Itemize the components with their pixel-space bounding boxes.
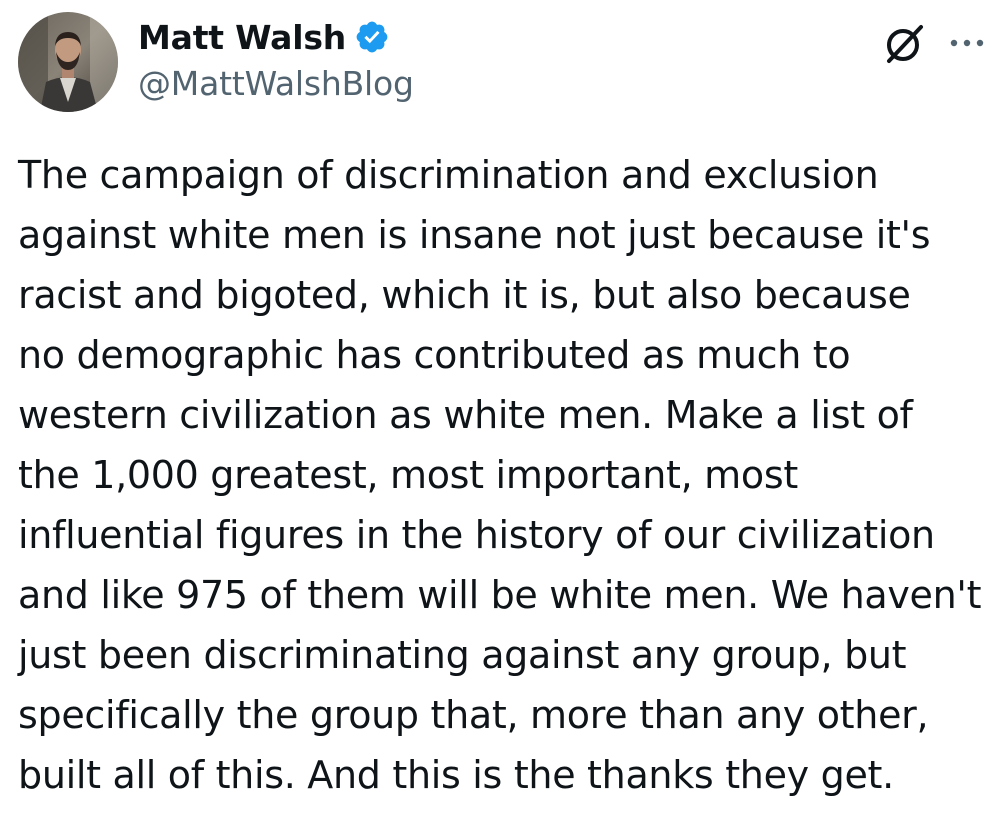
tweet-text: The campaign of discrimination and exclu… [18, 153, 982, 797]
profile-photo-icon [18, 12, 118, 112]
display-name-row: Matt Walsh [138, 14, 414, 60]
display-name[interactable]: Matt Walsh [138, 18, 346, 57]
tweet-header: Matt Walsh @MattWalshBlog [18, 12, 990, 112]
grok-icon[interactable] [880, 18, 930, 68]
verified-badge-icon[interactable] [354, 19, 390, 55]
handle[interactable]: @MattWalshBlog [138, 64, 414, 103]
avatar[interactable] [18, 12, 118, 112]
more-dots-icon[interactable] [946, 28, 988, 58]
tweet: Matt Walsh @MattWalshBlog The campaign o… [0, 0, 1008, 813]
author-names: Matt Walsh @MattWalshBlog [138, 14, 414, 104]
